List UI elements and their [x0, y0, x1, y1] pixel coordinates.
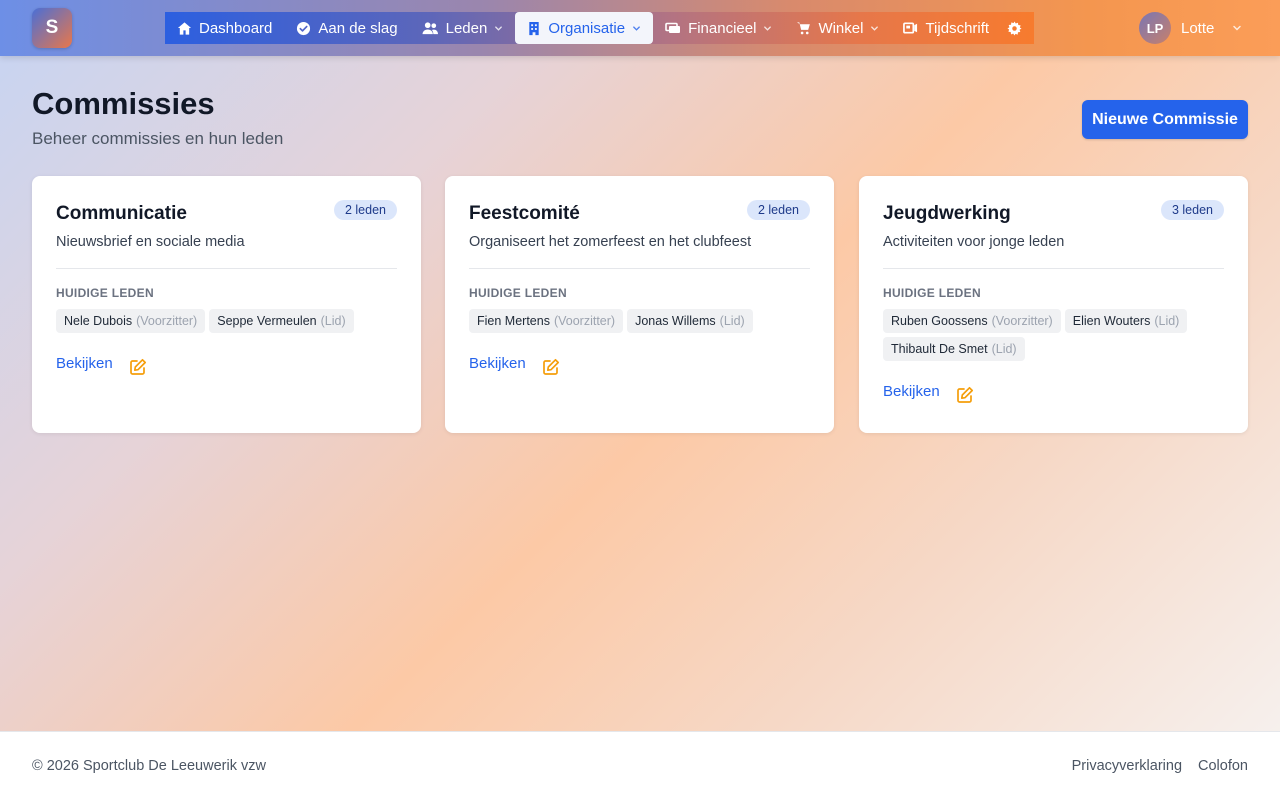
nav-item-label: Tijdschrift: [925, 19, 990, 37]
divider: [56, 268, 397, 269]
member-chip: Ruben Goossens (Voorzitter): [883, 309, 1061, 333]
commission-card-feestcomite: Feestcomité 2 leden Organiseert het zome…: [445, 176, 834, 433]
top-navigation-bar: S Dashboard Aan de slag Leden Organisati…: [0, 0, 1280, 56]
card-actions: Bekijken: [883, 378, 974, 404]
nav-item-label: Dashboard: [199, 19, 273, 37]
card-description: Activiteiten voor jonge leden: [883, 234, 1065, 250]
nav-item-leden[interactable]: Leden: [410, 12, 516, 44]
member-name: Elien Wouters: [1072, 314, 1151, 328]
member-chip: Elien Wouters (Lid): [1064, 309, 1188, 333]
card-description: Organiseert het zomerfeest en het clubfe…: [469, 234, 752, 250]
copyright: © 2026 Sportclub De Leeuwerik vzw: [32, 758, 266, 774]
member-count-badge: 2 leden: [746, 200, 810, 220]
colofon-link[interactable]: Colofon: [1198, 758, 1248, 774]
page-title: Commissies: [32, 86, 215, 121]
new-commission-button[interactable]: Nieuwe Commissie: [1082, 100, 1248, 139]
member-role: (Voorzitter): [136, 314, 198, 328]
member-role: (Lid): [1154, 314, 1180, 328]
nav-item-label: Organisatie: [548, 19, 626, 37]
member-role: (Lid): [320, 314, 346, 328]
member-role: (Voorzitter): [553, 314, 616, 328]
nav-item-tijdschrift[interactable]: Tijdschrift: [891, 12, 1001, 44]
card-description: Nieuwsbrief en sociale media: [56, 234, 245, 250]
commission-card-jeugdwerking: Jeugdwerking 3 leden Activiteiten voor j…: [859, 176, 1248, 433]
card-title: Feestcomité: [469, 203, 580, 224]
member-name: Fien Mertens: [477, 314, 550, 328]
member-list: Fien Mertens (Voorzitter) Jonas Willems (L…: [469, 309, 814, 333]
commission-card-communicatie: Communicatie 2 leden Nieuwsbrief en soci…: [32, 176, 421, 433]
member-name: Nele Dubois: [64, 314, 133, 328]
member-count-badge: 2 leden: [333, 200, 397, 220]
user-menu[interactable]: LP Lotte: [1139, 12, 1242, 44]
edit-icon[interactable]: [956, 386, 974, 404]
members-label: HUIDIGE LEDEN: [469, 286, 567, 300]
member-role: (Lid): [991, 342, 1017, 356]
member-chip: Nele Dubois (Voorzitter): [56, 309, 206, 333]
home-icon: [177, 21, 192, 35]
divider: [469, 268, 810, 269]
view-link[interactable]: Bekijken: [56, 355, 113, 372]
chevron-down-icon: [871, 25, 879, 31]
nav-item-organisatie[interactable]: Organisatie: [515, 12, 654, 44]
chevron-down-icon: [495, 25, 503, 31]
settings-button[interactable]: [1001, 12, 1031, 44]
magazine-icon: [903, 22, 918, 34]
member-name: Ruben Goossens: [891, 314, 988, 328]
members-label: HUIDIGE LEDEN: [56, 286, 154, 300]
chevron-down-icon: [764, 25, 772, 31]
card-title: Jeugdwerking: [883, 203, 1011, 224]
app-logo[interactable]: S: [32, 8, 72, 48]
member-name: Jonas Willems: [635, 314, 716, 328]
chevron-down-icon: [1233, 25, 1242, 31]
member-role: (Lid): [719, 314, 745, 328]
footer-links: Privacyverklaring Colofon: [1072, 758, 1248, 774]
member-chip: Fien Mertens (Voorzitter): [469, 309, 624, 333]
nav-item-label: Winkel: [818, 19, 864, 37]
footer: © 2026 Sportclub De Leeuwerik vzw Privac…: [0, 731, 1280, 800]
members-label: HUIDIGE LEDEN: [883, 286, 981, 300]
member-name: Seppe Vermeulen: [217, 314, 317, 328]
nav-item-winkel[interactable]: Winkel: [784, 12, 891, 44]
nav-item-label: Aan de slag: [318, 19, 398, 37]
edit-icon[interactable]: [129, 358, 147, 376]
building-icon: [529, 21, 540, 35]
nav-item-label: Financieel: [688, 19, 757, 37]
divider: [883, 268, 1224, 269]
cart-icon: [797, 22, 811, 35]
avatar: LP: [1139, 12, 1171, 44]
nav-item-aan-de-slag[interactable]: Aan de slag: [284, 12, 409, 44]
chevron-down-icon: [633, 25, 640, 31]
member-list: Nele Dubois (Voorzitter) Seppe Vermeulen(…: [56, 309, 401, 333]
view-link[interactable]: Bekijken: [469, 355, 526, 372]
users-icon: [422, 21, 438, 34]
user-name: Lotte: [1181, 19, 1215, 37]
privacy-link[interactable]: Privacyverklaring: [1072, 758, 1182, 774]
member-list: Ruben Goossens (Voorzitter) Elien Wouters…: [883, 309, 1228, 361]
nav-item-dashboard[interactable]: Dashboard: [165, 12, 284, 44]
card-actions: Bekijken: [469, 350, 560, 376]
view-link[interactable]: Bekijken: [883, 383, 940, 400]
card-actions: Bekijken: [56, 350, 147, 376]
member-chip: Seppe Vermeulen (Lid): [209, 309, 354, 333]
cash-icon: [665, 22, 681, 33]
member-chip: Thibault De Smet (Lid): [883, 337, 1025, 361]
member-name: Thibault De Smet: [891, 342, 988, 356]
edit-icon[interactable]: [542, 358, 560, 376]
member-role: (Voorzitter): [991, 314, 1053, 328]
gear-icon: [1007, 20, 1022, 36]
member-chip: Jonas Willems (Lid): [627, 309, 753, 333]
main-nav: Dashboard Aan de slag Leden Organisatie …: [165, 12, 1034, 44]
nav-item-label: Leden: [445, 19, 488, 37]
check-circle-icon: [297, 21, 311, 35]
card-title: Communicatie: [56, 203, 187, 224]
nav-item-financieel[interactable]: Financieel: [653, 12, 784, 44]
page-subtitle: Beheer commissies en hun leden: [32, 129, 284, 148]
member-count-badge: 3 leden: [1160, 200, 1224, 220]
